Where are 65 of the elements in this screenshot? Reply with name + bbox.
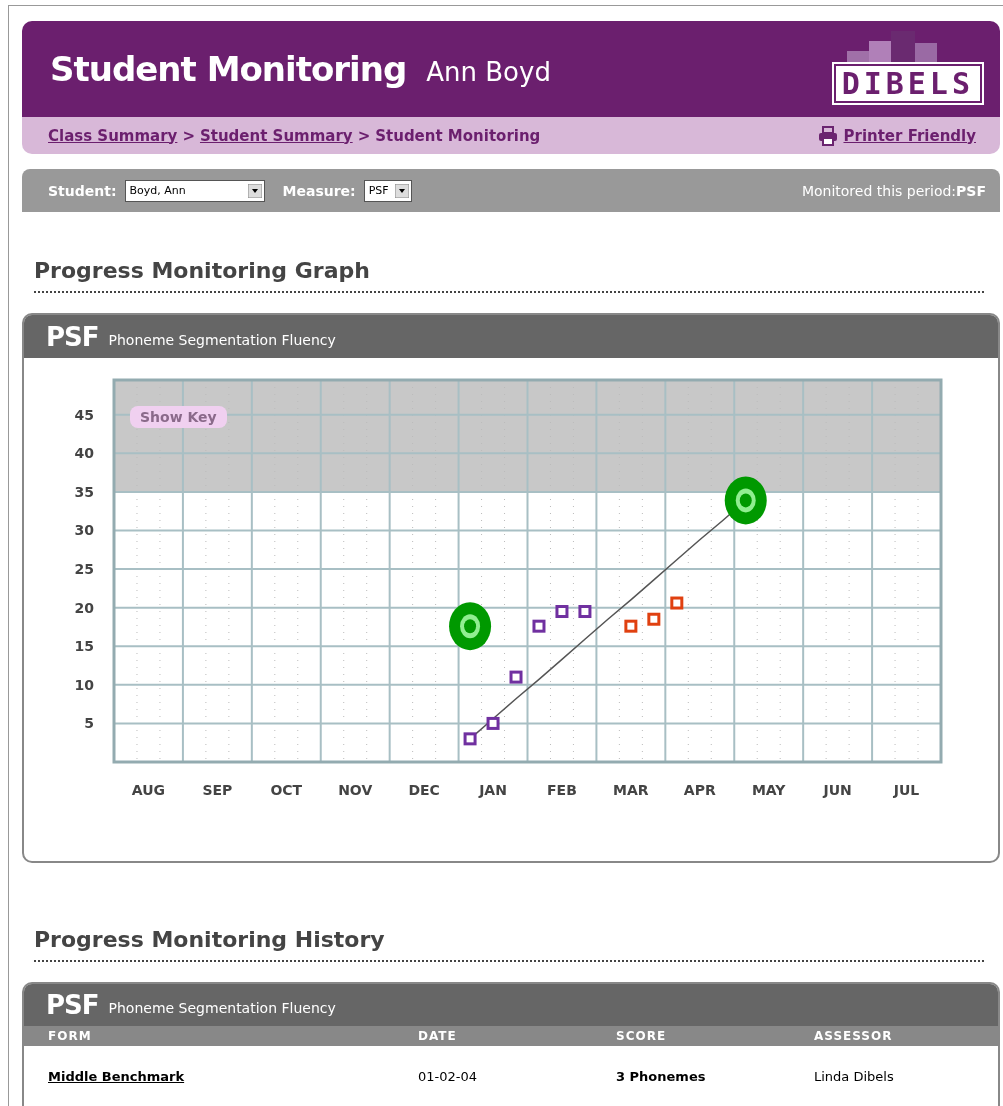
student-label: Student: xyxy=(48,182,117,199)
column-header: SCORE xyxy=(616,1029,668,1043)
section-heading: Progress Monitoring Graph xyxy=(34,258,371,283)
breadcrumb-link[interactable]: Student Summary xyxy=(199,126,353,145)
form-link[interactable]: Middle Benchmark xyxy=(48,1068,185,1084)
show-key-button[interactable]: Show Key xyxy=(130,406,227,428)
x-tick-label: DEC xyxy=(408,782,440,798)
column-header: ASSESSOR xyxy=(814,1029,894,1043)
caret-icon xyxy=(394,183,409,198)
goal-marker xyxy=(449,602,492,651)
x-tick-label: AUG xyxy=(131,782,166,798)
breadcrumb-separator: > xyxy=(182,126,195,145)
column-header: FORM xyxy=(48,1029,93,1043)
printer-friendly-link[interactable]: Printer Friendly xyxy=(843,126,976,145)
y-tick-label: 40 xyxy=(74,445,94,462)
monitored-value: PSF xyxy=(956,182,986,199)
column-header: DATE xyxy=(418,1029,458,1043)
caret-icon xyxy=(247,183,262,198)
score-marker xyxy=(647,612,661,626)
x-tick-label: FEB xyxy=(547,782,577,798)
score-marker xyxy=(486,716,500,730)
score-marker xyxy=(532,619,546,633)
student-dropdown[interactable]: Boyd, Ann xyxy=(124,179,265,202)
table-cell-text: Linda Dibels xyxy=(814,1068,895,1084)
section-heading: Progress Monitoring History xyxy=(34,927,386,952)
goal-marker xyxy=(724,476,767,525)
measure-code: PSF xyxy=(46,990,99,1020)
page-title: Student Monitoring xyxy=(50,49,407,89)
score-marker xyxy=(509,670,523,684)
dibels-logo: DIBELS xyxy=(812,31,982,107)
student-name: Ann Boyd xyxy=(426,57,551,87)
x-tick-label: APR xyxy=(683,782,716,798)
measure-label: Measure: xyxy=(282,182,356,199)
table-cell-text: 01-02-04 xyxy=(418,1068,478,1084)
y-tick-label: 45 xyxy=(74,406,94,423)
x-tick-label: MAY xyxy=(751,782,786,798)
measure-dropdown[interactable]: PSF xyxy=(363,179,412,202)
y-tick-label: 15 xyxy=(74,638,94,655)
score-marker xyxy=(555,605,569,618)
score-marker xyxy=(624,619,638,633)
monitored-label: Monitored this period: xyxy=(801,182,957,199)
score-marker xyxy=(463,732,477,746)
measure-name: Phoneme Segmentation Fluency xyxy=(108,1000,336,1016)
x-tick-label: JUN xyxy=(823,782,852,798)
y-tick-label: 35 xyxy=(74,483,94,500)
y-tick-label: 25 xyxy=(74,561,94,578)
y-tick-label: 5 xyxy=(84,715,94,732)
breadcrumb-current: Student Monitoring xyxy=(375,126,541,145)
x-tick-label: NOV xyxy=(338,782,373,798)
x-tick-label: MAR xyxy=(613,782,649,798)
measure-code: PSF xyxy=(46,321,99,352)
breadcrumb-separator: > xyxy=(357,126,371,145)
y-tick-label: 30 xyxy=(74,522,94,539)
y-tick-label: 10 xyxy=(74,676,94,693)
measure-name: Phoneme Segmentation Fluency xyxy=(108,331,336,348)
score-marker xyxy=(578,605,592,618)
x-tick-label: OCT xyxy=(270,782,303,798)
x-tick-label: SEP xyxy=(202,782,233,798)
y-tick-label: 20 xyxy=(74,599,94,616)
score-marker xyxy=(670,596,684,610)
printer-icon xyxy=(818,125,839,146)
x-tick-label: JUL xyxy=(893,782,920,798)
table-cell-text: 3 Phonemes xyxy=(616,1068,707,1084)
breadcrumb-link[interactable]: Class Summary xyxy=(48,126,178,145)
x-tick-label: JAN xyxy=(479,782,507,798)
